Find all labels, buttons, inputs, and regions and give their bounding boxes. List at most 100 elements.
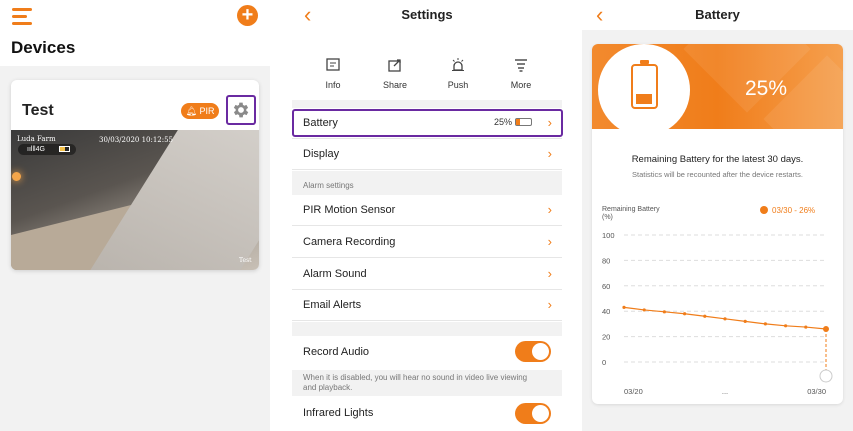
add-device-button[interactable]: +	[237, 5, 258, 26]
gear-icon	[233, 102, 249, 118]
page-title: Battery	[695, 7, 740, 22]
signal-icon: ıılll	[27, 146, 36, 153]
pir-badge[interactable]: 🔔︎ PIR	[181, 103, 219, 119]
legend-label: 03/30 - 26%	[772, 206, 816, 215]
battery-percent: 25%	[745, 77, 788, 100]
infrared-label: Infrared Lights	[303, 407, 374, 419]
battery-banner: 25%	[592, 44, 843, 129]
lamp-light	[12, 172, 21, 181]
menu-icon[interactable]	[12, 8, 32, 29]
x-tick-label: 03/30	[807, 387, 826, 396]
battery-icon	[631, 60, 658, 109]
action-bar: Info Share Push More	[292, 56, 562, 92]
record-audio-toggle[interactable]	[515, 341, 551, 362]
email-alerts-label: Email Alerts	[303, 299, 362, 311]
cursor-handle	[819, 369, 833, 383]
share-label: Share	[382, 80, 408, 90]
share-icon	[388, 59, 401, 72]
info-icon	[326, 58, 340, 71]
data-point	[723, 317, 727, 321]
overlay-brand: Luda Farm	[17, 135, 56, 143]
data-point	[622, 305, 626, 309]
overlay-watermark: Test	[239, 257, 252, 264]
legend-dot-icon	[760, 206, 768, 214]
info-label: Info	[325, 80, 341, 90]
chevron-right-icon: ›	[547, 234, 552, 249]
alarm-sound-label: Alarm Sound	[303, 268, 367, 280]
y-tick-label: 100	[602, 231, 615, 240]
y-tick-label: 60	[602, 282, 610, 291]
page-title: Devices	[11, 38, 76, 57]
battery-icon	[515, 118, 532, 126]
page-title: Settings	[401, 7, 453, 22]
y-tick-label: 80	[602, 256, 610, 265]
share-button[interactable]: Share	[370, 56, 420, 90]
push-label: Push	[447, 80, 469, 90]
infrared-toggle[interactable]	[515, 403, 551, 424]
chevron-right-icon: ›	[547, 115, 552, 130]
devices-header: + Devices	[0, 0, 270, 66]
email-alerts-row[interactable]: Email Alerts ›	[292, 290, 562, 321]
display-row[interactable]: Display ›	[292, 139, 562, 170]
battery-row[interactable]: Battery 25% ›	[292, 108, 562, 139]
pir-motion-row[interactable]: PIR Motion Sensor ›	[292, 195, 562, 226]
chevron-right-icon: ›	[547, 202, 552, 217]
divider	[292, 322, 562, 336]
chevron-right-icon: ›	[547, 266, 552, 281]
battery-icon	[58, 146, 70, 152]
data-point	[804, 325, 808, 329]
y-tick-label: 40	[602, 307, 610, 316]
infrared-row: Infrared Lights	[292, 397, 562, 431]
device-card[interactable]: Test 🔔︎ PIR Luda Farm 30/03/2020 10:12:5…	[11, 80, 259, 270]
alarm-section-label: Alarm settings	[303, 181, 354, 190]
x-tick-label: 03/20	[624, 387, 643, 396]
overlay-timestamp: 30/03/2020 10:12:55	[99, 136, 174, 144]
chevron-right-icon: ›	[547, 146, 552, 161]
more-icon	[515, 59, 527, 72]
battery-chart: 100 80 60 40 20 0 03/20... 03/30	[602, 231, 833, 396]
bell-icon: 🔔︎	[185, 106, 197, 116]
battery-label: Battery	[303, 117, 338, 129]
settings-screen: ‹ Settings Info Share Push More Battery …	[292, 0, 562, 431]
record-audio-hint-area: When it is disabled, you will hear no so…	[292, 370, 562, 396]
data-point	[703, 314, 707, 318]
signal-pill: ıılll4G	[18, 144, 76, 155]
camera-recording-label: Camera Recording	[303, 236, 396, 248]
display-label: Display	[303, 148, 340, 160]
divider	[292, 100, 562, 108]
battery-navbar: ‹ Battery	[582, 0, 853, 30]
more-label: More	[510, 80, 532, 90]
y-tick-label: 0	[602, 358, 606, 367]
y-tick-label: 20	[602, 333, 610, 342]
device-settings-button[interactable]	[226, 95, 256, 125]
info-button[interactable]: Info	[308, 56, 358, 90]
alarm-sound-row[interactable]: Alarm Sound ›	[292, 259, 562, 290]
record-audio-label: Record Audio	[303, 346, 370, 358]
devices-screen: + Devices Test 🔔︎ PIR Luda Farm 30/03/20…	[0, 0, 270, 431]
chart-legend: 03/30 - 26%	[760, 206, 815, 215]
more-button[interactable]: More	[496, 56, 546, 90]
camera-preview[interactable]: Luda Farm 30/03/2020 10:12:55 ıılll4G Te…	[11, 130, 259, 270]
device-name: Test	[22, 102, 54, 119]
camera-recording-row[interactable]: Camera Recording ›	[292, 227, 562, 258]
data-point	[743, 319, 747, 323]
push-button[interactable]: Push	[433, 56, 483, 90]
record-audio-hint: When it is disabled, you will hear no so…	[303, 373, 528, 392]
battery-value: 25%	[493, 117, 512, 127]
chart-ylabel: Remaining Battery (%)	[602, 206, 660, 221]
data-point	[763, 322, 767, 326]
chevron-right-icon: ›	[547, 297, 552, 312]
recount-text: Statistics will be recounted after the d…	[632, 170, 803, 179]
battery-circle	[598, 44, 690, 129]
battery-screen: ‹ Battery 25% Remaining Battery for the …	[582, 0, 853, 431]
battery-card: 25% Remaining Battery for the latest 30 …	[592, 44, 843, 404]
data-point	[642, 308, 646, 312]
remaining-text: Remaining Battery for the latest 30 days…	[631, 154, 804, 165]
x-tick-label: ...	[722, 387, 728, 396]
data-point	[683, 312, 687, 316]
settings-navbar: ‹ Settings	[292, 0, 562, 30]
data-point	[662, 310, 666, 314]
alarm-section-header: Alarm settings	[292, 171, 562, 195]
record-audio-row: Record Audio	[292, 336, 562, 370]
pir-motion-label: PIR Motion Sensor	[303, 204, 396, 216]
